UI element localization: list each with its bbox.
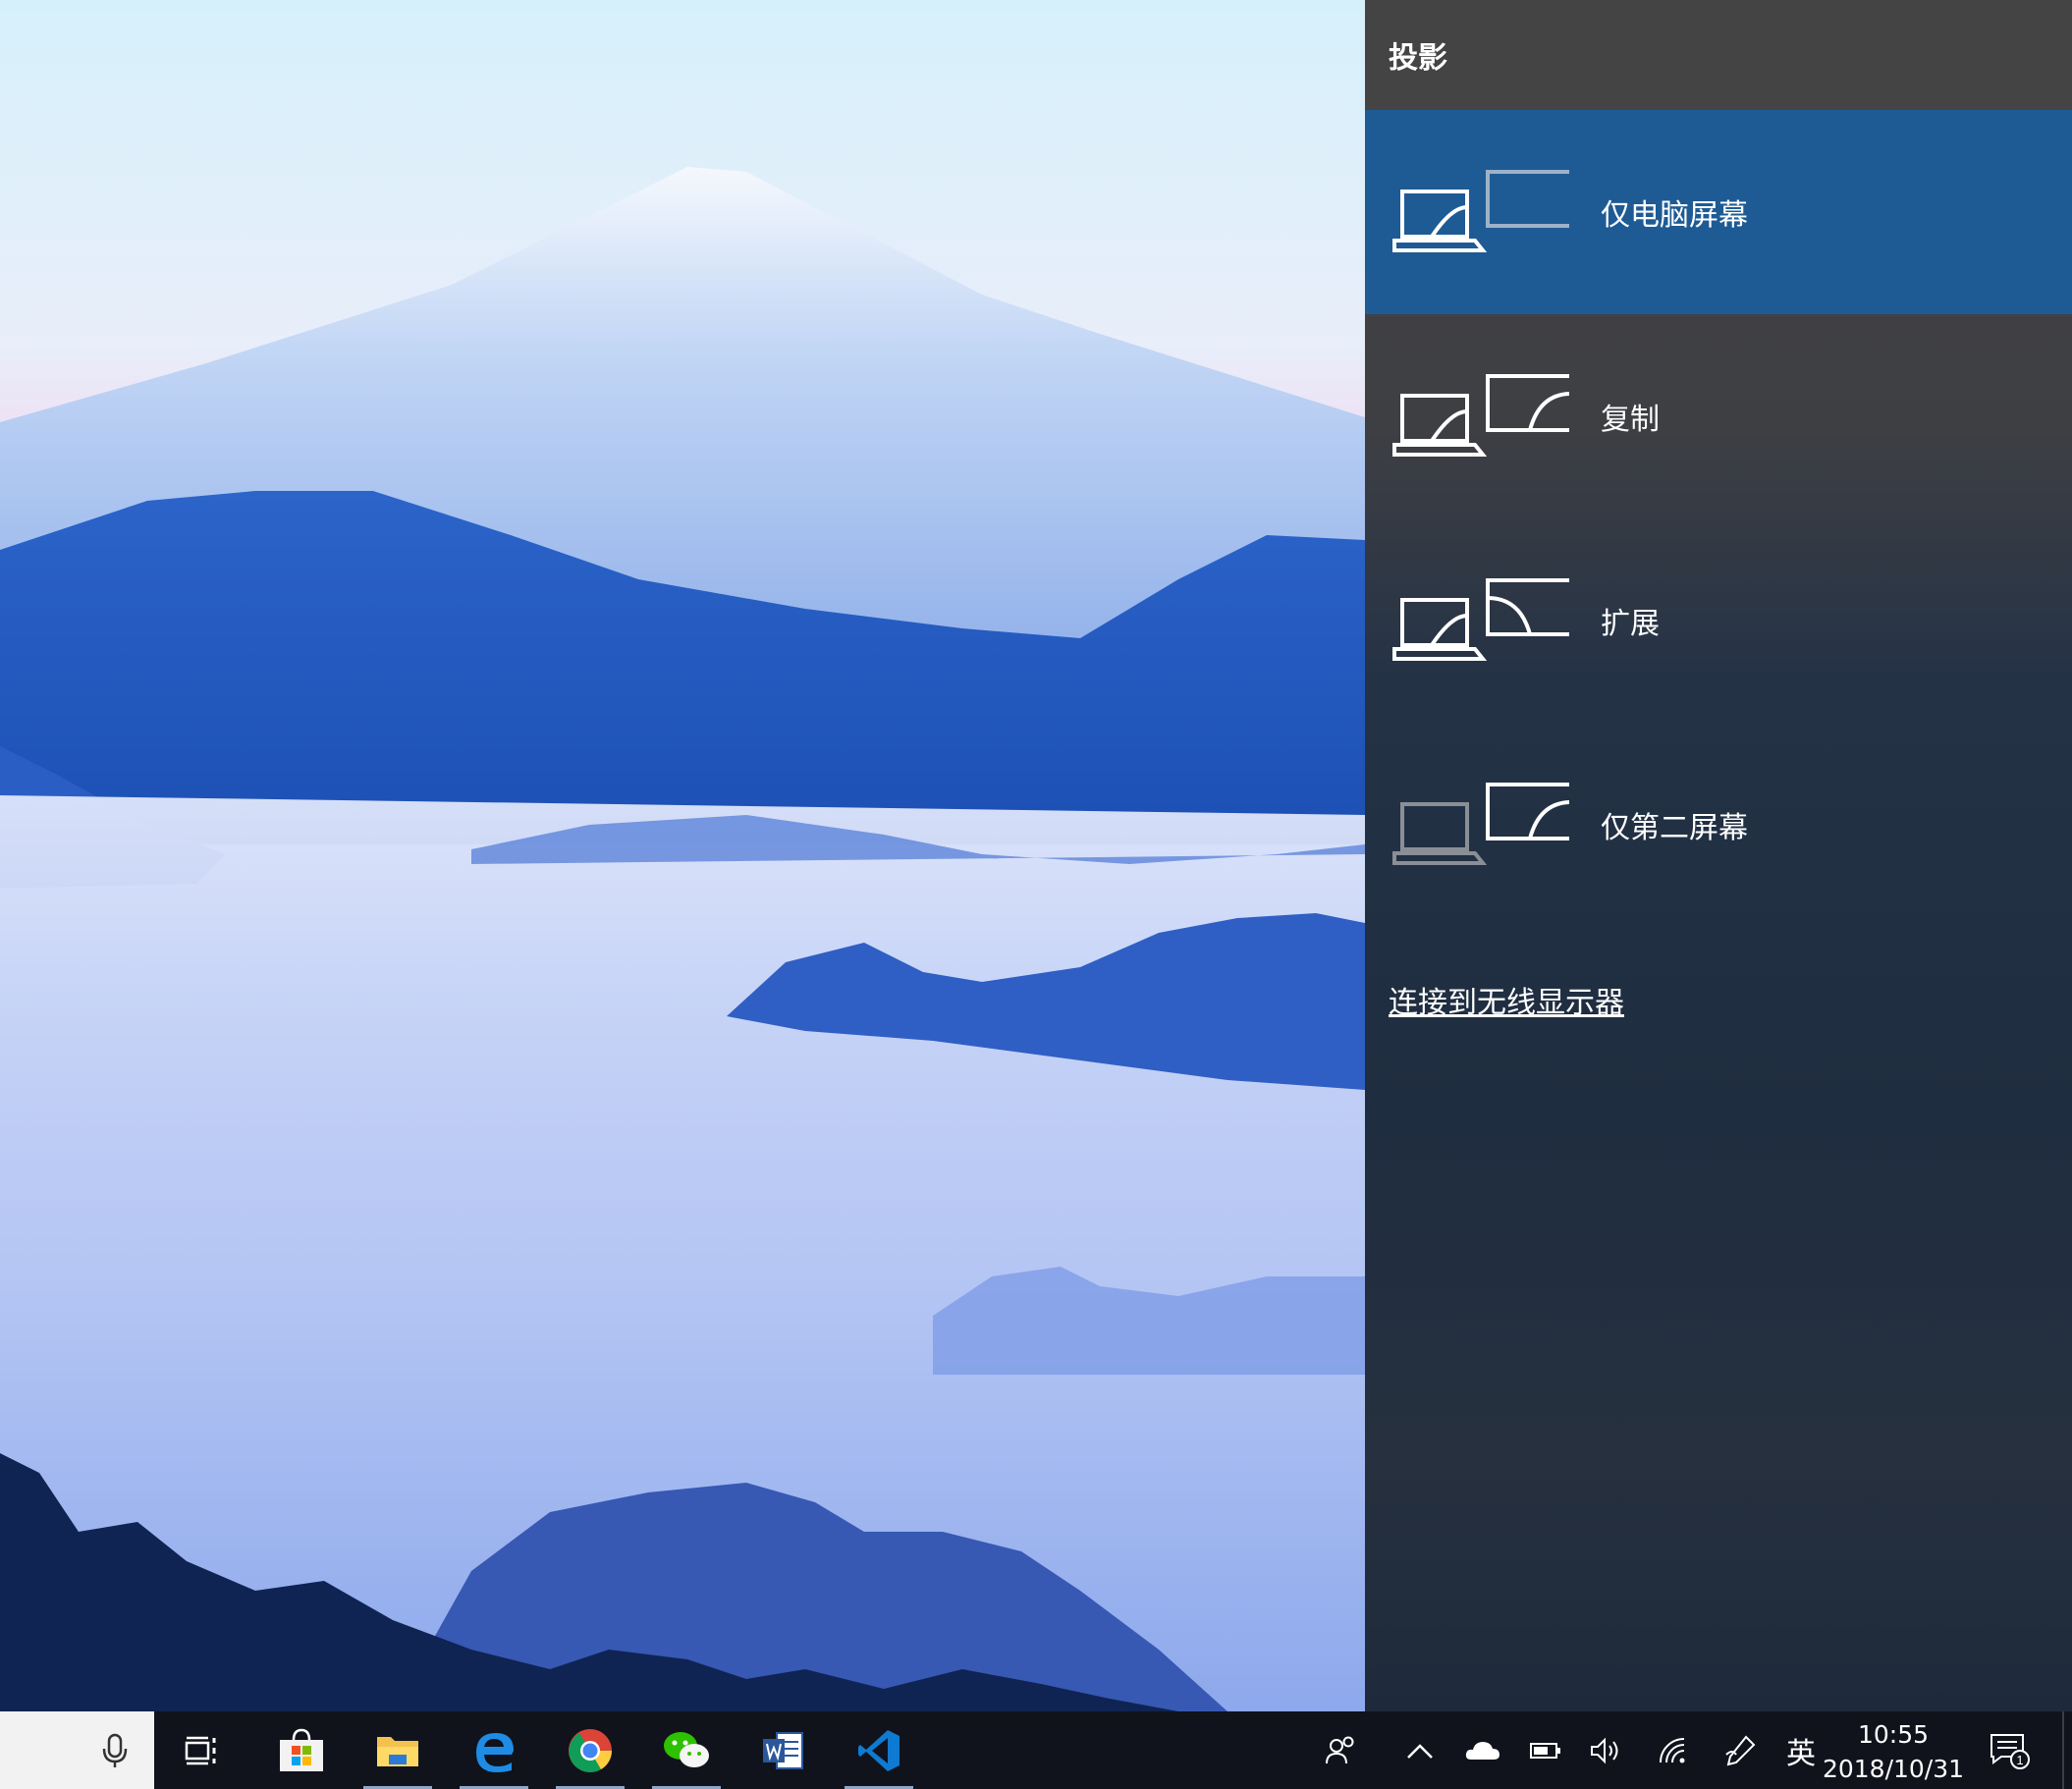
clock-date: 2018/10/31 (1822, 1755, 1965, 1783)
wifi-icon[interactable] (1652, 1711, 1695, 1789)
store-icon[interactable] (263, 1711, 340, 1789)
edge-icon[interactable] (456, 1711, 532, 1789)
option-duplicate[interactable]: 复制 (1365, 314, 2072, 518)
option-pc-screen-only[interactable]: 仅电脑屏幕 (1365, 110, 2072, 314)
chevron-up-icon[interactable] (1398, 1711, 1442, 1789)
panel-header: 投影 (1365, 0, 2072, 110)
pen-ink-icon[interactable] (1718, 1711, 1762, 1789)
volume-icon[interactable] (1585, 1711, 1628, 1789)
mountain-landscape (0, 167, 1365, 1711)
file-explorer-icon[interactable] (359, 1711, 436, 1789)
option-label: 复制 (1601, 403, 1660, 437)
wechat-icon[interactable] (648, 1711, 725, 1789)
chrome-icon[interactable] (552, 1711, 628, 1789)
option-label: 扩展 (1601, 607, 1660, 641)
connect-wireless-display-link[interactable]: 连接到无线显示器 (1389, 978, 1624, 1021)
option-second-screen-only[interactable]: 仅第二屏幕 (1365, 723, 2072, 927)
clock-time: 10:55 (1857, 1720, 1930, 1749)
clock[interactable]: 10:55 2018/10/31 (1815, 1717, 1972, 1786)
search-box[interactable] (0, 1711, 154, 1789)
microphone-icon[interactable] (98, 1733, 132, 1768)
onedrive-cloud-icon[interactable] (1461, 1711, 1504, 1789)
taskbar: 英 10:55 2018/10/31 1 (0, 1711, 2072, 1789)
show-desktop-button[interactable] (2062, 1711, 2064, 1789)
second-screen-only-icon (1392, 783, 1569, 865)
notification-count: 1 (2016, 1753, 2023, 1767)
battery-icon[interactable] (1524, 1711, 1567, 1789)
task-view-icon[interactable] (164, 1711, 241, 1789)
option-label: 仅第二屏幕 (1601, 811, 1748, 845)
vscode-icon[interactable] (841, 1711, 917, 1789)
option-label: 仅电脑屏幕 (1601, 198, 1748, 233)
action-center-icon[interactable]: 1 (1984, 1711, 2035, 1789)
desktop-wallpaper (0, 0, 1365, 1711)
panel-title: 投影 (1389, 41, 1447, 76)
project-panel: 投影 仅电脑屏幕 复制 扩展 仅第二屏幕 连接到无线显示器 (1365, 0, 2072, 1711)
word-icon[interactable] (744, 1711, 821, 1789)
pc-screen-only-icon (1392, 170, 1569, 252)
people-icon[interactable] (1320, 1711, 1363, 1789)
duplicate-icon (1392, 374, 1569, 457)
extend-icon (1392, 578, 1569, 661)
option-extend[interactable]: 扩展 (1365, 518, 2072, 723)
